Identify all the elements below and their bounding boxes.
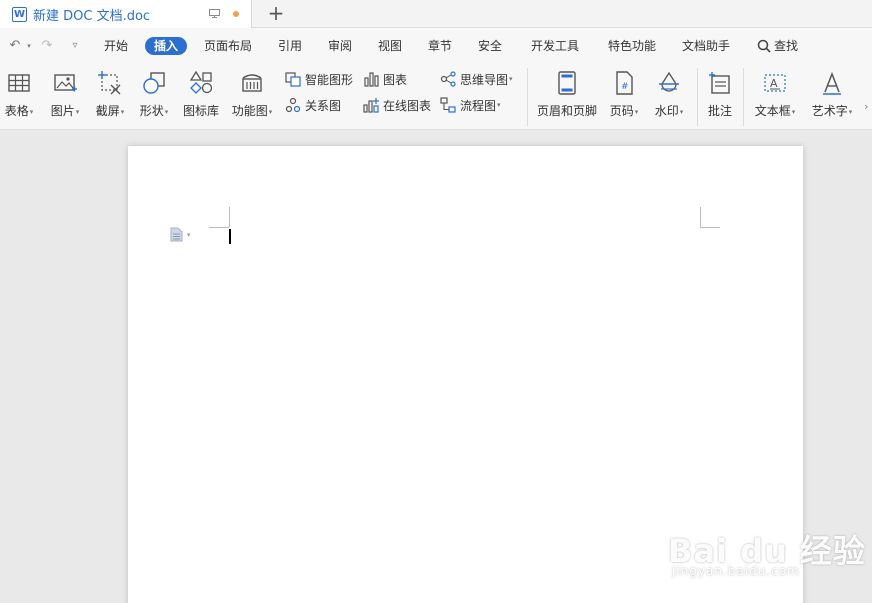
ribbon-overflow-icon[interactable]: › [864, 100, 868, 113]
mind-map-label: 思维导图 [460, 72, 509, 87]
menu-page-layout[interactable]: 页面布局 [204, 37, 252, 55]
header-footer-button[interactable]: 页眉和页脚 [536, 68, 598, 119]
screenshot-label: 截屏 [95, 104, 120, 118]
svg-text:#: # [621, 82, 629, 92]
watermark-icon [659, 71, 679, 92]
title-bar: W 新建 DOC 文档.doc + [0, 0, 872, 28]
ribbon-divider [527, 68, 528, 126]
function-chart-label: 功能图 [231, 104, 268, 118]
chart-button[interactable]: 图表 [363, 70, 407, 88]
wordart-label: 艺术字 [811, 104, 848, 118]
icon-library-button[interactable]: 图标库 [182, 68, 220, 119]
paragraph-handle[interactable]: ▾ [170, 227, 191, 242]
header-footer-icon [558, 71, 576, 95]
baidu-watermark: Bai du 经验 jingyan.baidu.com [668, 510, 868, 590]
menu-view[interactable]: 视图 [378, 37, 402, 55]
search-icon [757, 39, 771, 53]
comment-icon [709, 72, 730, 94]
page-number-button[interactable]: # 页码▾ [606, 68, 642, 119]
ribbon-divider [743, 68, 744, 126]
new-tab-button[interactable]: + [266, 3, 286, 23]
insert-ribbon: 表格▾ 图片▾ 截屏▾ 形状▾ 图标库 功能图▾ 智能图形 图表 思维导图 ▾ … [0, 64, 872, 130]
smart-shape-label: 智能图形 [305, 72, 354, 87]
menu-security[interactable]: 安全 [478, 37, 502, 55]
document-tab[interactable]: W 新建 DOC 文档.doc [0, 0, 252, 28]
comment-label: 批注 [707, 104, 732, 118]
function-chart-button[interactable]: 功能图▾ [229, 68, 275, 119]
wordart-icon [823, 71, 841, 95]
smart-shape-button[interactable]: 智能图形 [285, 70, 353, 88]
picture-button[interactable]: 图片▾ [46, 68, 84, 119]
flowchart-label: 流程图 [460, 98, 497, 113]
table-icon [8, 74, 30, 92]
table-button[interactable]: 表格▾ [2, 68, 36, 119]
mind-map-icon [440, 71, 456, 87]
customize-icon[interactable]: ▿ [68, 39, 82, 53]
redo-icon[interactable]: ↷ [40, 39, 54, 53]
textbox-label: 文本框 [754, 104, 791, 118]
online-chart-label: 在线图表 [383, 98, 432, 113]
watermark-button[interactable]: 水印▾ [651, 68, 687, 119]
page-number-icon: # [616, 71, 633, 95]
menu-insert[interactable]: 插入 [145, 37, 188, 55]
icon-library-icon [189, 70, 213, 94]
menu-developer[interactable]: 开发工具 [531, 37, 579, 55]
menu-bar: ↶ ▾ ↷ ▿ 开始 插入 页面布局 引用 审阅 视图 章节 安全 开发工具 特… [0, 28, 872, 64]
relation-chart-button[interactable]: 关系图 [285, 96, 341, 114]
relation-chart-icon [285, 97, 301, 113]
watermark-label: 水印 [654, 104, 679, 118]
chevron-down-icon: ▾ [187, 230, 191, 239]
screenshot-button[interactable]: 截屏▾ [92, 68, 128, 119]
header-footer-label: 页眉和页脚 [536, 104, 597, 118]
document-icon [170, 227, 183, 242]
monitor-icon[interactable] [209, 9, 220, 18]
wordart-button[interactable]: 艺术字▾ [808, 68, 856, 119]
crop-mark [209, 227, 229, 228]
menu-review[interactable]: 审阅 [328, 37, 352, 55]
shape-button[interactable]: 形状▾ [136, 68, 172, 119]
online-chart-button[interactable]: 在线图表 [363, 96, 431, 114]
menu-section[interactable]: 章节 [428, 37, 452, 55]
comment-button[interactable]: 批注 [704, 68, 736, 119]
crop-mark [700, 227, 720, 228]
menu-home[interactable]: 开始 [104, 37, 128, 55]
search-label: 查找 [774, 39, 799, 53]
icon-library-label: 图标库 [182, 104, 219, 118]
chart-icon [364, 72, 379, 87]
page-number-label: 页码 [609, 104, 634, 118]
ribbon-divider [697, 68, 698, 126]
search-button[interactable]: 查找 [757, 37, 798, 55]
online-chart-icon [363, 98, 379, 113]
function-chart-icon [242, 74, 262, 92]
smart-shape-icon [285, 72, 301, 87]
crop-mark [700, 207, 701, 227]
relation-chart-label: 关系图 [305, 98, 342, 113]
watermark-url: jingyan.baidu.com [672, 564, 800, 578]
menu-references[interactable]: 引用 [278, 37, 302, 55]
picture-icon [54, 74, 77, 92]
undo-dropdown-icon[interactable]: ▾ [22, 39, 36, 53]
word-doc-icon: W [12, 6, 27, 22]
undo-icon[interactable]: ↶ [8, 39, 22, 53]
unsaved-dot-icon [233, 11, 239, 17]
flowchart-icon [440, 97, 456, 113]
mind-map-button[interactable]: 思维导图 ▾ [440, 70, 513, 88]
flowchart-button[interactable]: 流程图 ▾ [440, 96, 501, 114]
text-cursor [229, 229, 231, 244]
menu-doc-assistant[interactable]: 文档助手 [682, 37, 730, 55]
table-label: 表格 [4, 104, 29, 118]
picture-label: 图片 [50, 104, 75, 118]
crop-mark [229, 207, 230, 227]
shape-icon [143, 72, 165, 94]
svg-text:A: A [770, 77, 778, 90]
chart-label: 图表 [383, 72, 408, 87]
document-tab-title: 新建 DOC 文档.doc [33, 8, 151, 24]
menu-features[interactable]: 特色功能 [608, 37, 656, 55]
textbox-button[interactable]: A 文本框▾ [751, 68, 799, 119]
shape-label: 形状 [139, 104, 164, 118]
screenshot-icon [98, 71, 121, 95]
textbox-icon: A [764, 74, 786, 92]
